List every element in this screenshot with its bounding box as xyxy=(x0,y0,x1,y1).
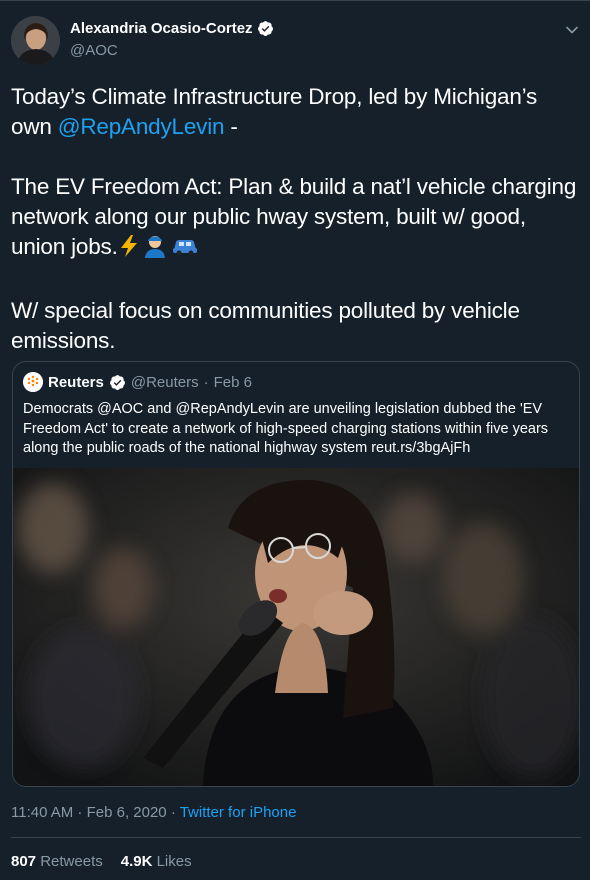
verified-badge-icon xyxy=(257,21,273,36)
mechanic-emoji xyxy=(140,232,170,266)
tweet-meta: 11:40 AM · Feb 6, 2020 · Twitter for iPh… xyxy=(11,804,296,821)
tweet-timestamp[interactable]: 11:40 AM · Feb 6, 2020 xyxy=(11,804,167,821)
quoted-tweet[interactable]: Reuters @Reuters · Feb 6 Democrats @AOC … xyxy=(12,361,580,787)
car-emoji xyxy=(170,234,200,266)
author-name[interactable]: Alexandria Ocasio-Cortez xyxy=(70,20,274,37)
likes-stat[interactable]: 4.9K Likes xyxy=(121,853,192,870)
tweet-paragraph: The EV Freedom Act: Plan & build a nat’l… xyxy=(11,174,583,259)
author-avatar[interactable] xyxy=(11,16,60,65)
tweet-stats: 807 Retweets 4.9K Likes xyxy=(11,853,192,870)
quoted-date[interactable]: Feb 6 xyxy=(214,374,252,391)
tweet-line: - xyxy=(224,114,238,139)
tweet-line: Today’s Climate Infrastructure Drop, led… xyxy=(11,84,538,109)
chevron-down-icon[interactable] xyxy=(562,20,582,40)
retweets-label: Retweets xyxy=(40,853,103,870)
separator-dot: · xyxy=(166,804,180,821)
quoted-tweet-header: Reuters @Reuters · Feb 6 xyxy=(23,372,252,392)
likes-count: 4.9K xyxy=(120,853,153,870)
quoted-author-handle[interactable]: @Reuters xyxy=(131,374,199,391)
likes-label: Likes xyxy=(156,853,192,870)
quoted-author-name[interactable]: Reuters xyxy=(48,374,104,391)
retweets-count: 807 xyxy=(11,853,37,870)
quoted-photo[interactable] xyxy=(13,468,579,786)
tweet-source-link[interactable]: Twitter for iPhone xyxy=(180,804,297,821)
quoted-tweet-text: Democrats @AOC and @RepAndyLevin are unv… xyxy=(23,401,549,456)
separator-dot: · xyxy=(203,373,209,391)
author-name-text[interactable]: Alexandria Ocasio-Cortez xyxy=(70,20,253,37)
lightning-emoji xyxy=(118,234,140,266)
stats-divider xyxy=(11,837,581,838)
author-handle[interactable]: @AOC xyxy=(70,42,118,59)
tweet-line: own xyxy=(11,114,58,139)
tweet-paragraph: W/ special focus on communities polluted… xyxy=(11,298,526,353)
mention-link[interactable]: @RepAndyLevin xyxy=(58,114,225,139)
verified-badge-icon xyxy=(109,374,125,390)
top-divider xyxy=(0,0,590,1)
retweets-stat[interactable]: 807 Retweets xyxy=(11,853,103,870)
reuters-avatar xyxy=(23,372,43,392)
tweet-text: Today’s Climate Infrastructure Drop, led… xyxy=(11,82,581,356)
